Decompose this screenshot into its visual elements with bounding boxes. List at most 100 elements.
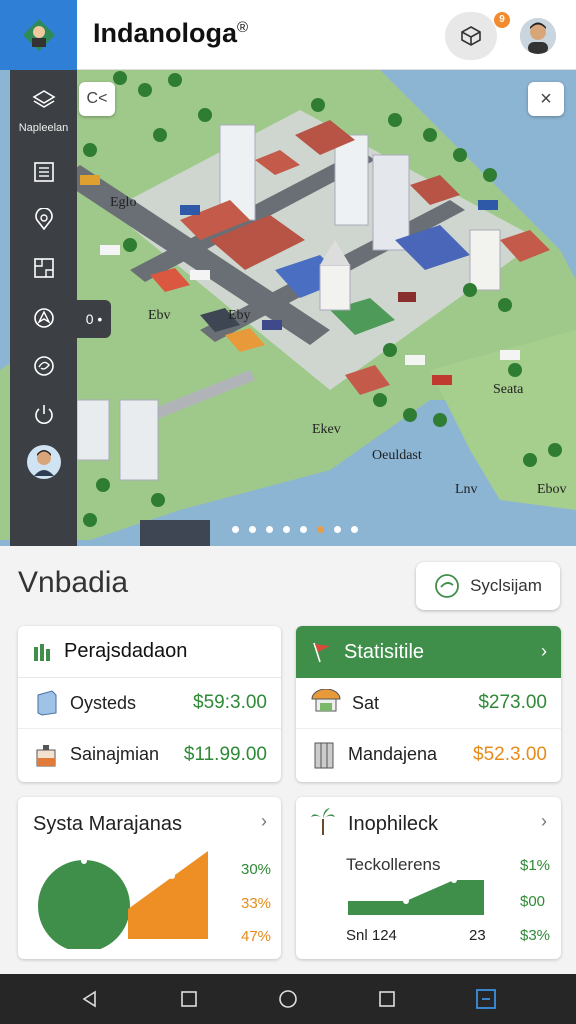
value-label: $1% <box>520 857 551 874</box>
row-label: Oysteds <box>70 692 137 713</box>
document-icon <box>33 162 54 182</box>
map-back-button[interactable]: C< <box>79 82 115 116</box>
map-label: Ebv <box>148 308 171 323</box>
row-label: Sat <box>352 692 380 713</box>
profile-avatar-icon <box>26 445 61 479</box>
sync-icon <box>435 574 459 598</box>
cube-building-icon <box>37 690 57 716</box>
recents-button[interactable] <box>169 979 209 1019</box>
map-label: Eglo <box>110 195 137 210</box>
list-item[interactable]: Sat $273.00 <box>296 678 561 729</box>
progress-chart <box>38 851 208 949</box>
list-item[interactable]: Mandajena $52.3.00 <box>296 729 561 780</box>
carousel-dot[interactable] <box>232 526 239 533</box>
app-logo[interactable] <box>0 0 77 70</box>
map-icon <box>33 258 54 278</box>
menu-square-icon <box>476 989 497 1009</box>
map-close-button[interactable]: × <box>528 82 564 116</box>
menu-button[interactable] <box>466 979 506 1019</box>
app-header: Indanologa® 9 <box>0 0 576 70</box>
card-left-header: Perajsdadaon <box>18 626 281 678</box>
sidebar-item-list[interactable] <box>10 152 77 192</box>
chevron-right-icon: › <box>541 811 547 831</box>
route-icon <box>33 356 54 376</box>
navigation-icon <box>33 308 54 328</box>
system-nav-bar <box>0 974 576 1024</box>
location-pin-icon <box>34 208 53 231</box>
layers-button[interactable] <box>445 12 497 60</box>
row-price: $52.3.00 <box>473 743 547 765</box>
chart-circle <box>38 860 130 949</box>
power-icon <box>34 405 53 424</box>
row-label: Mandajena <box>348 744 438 764</box>
tower-icon <box>314 742 334 768</box>
card-right-title: Statisitile <box>344 640 425 663</box>
card-bottom-right[interactable]: Inophileck › Teckollerens $1% $00 $3% Sn… <box>296 797 561 959</box>
avatar-icon <box>520 18 556 54</box>
notification-badge: 9 <box>494 12 510 28</box>
footer-label: Snl 124 <box>346 927 397 944</box>
chevron-right-icon: › <box>261 811 267 831</box>
sidebar-item-location[interactable] <box>10 200 77 240</box>
card-bottom-left[interactable]: Systa Marajanas › 30% 33% 47% <box>18 797 281 959</box>
value-label: $3% <box>520 927 551 944</box>
list-item[interactable]: Sainajmian $11.99.00 <box>18 729 281 780</box>
sidebar-label: Napleelan <box>18 122 69 134</box>
sidebar: Napleelan <box>10 70 77 546</box>
back-triangle-icon <box>82 990 96 1008</box>
sidebar-profile[interactable] <box>10 442 77 482</box>
map-label: Lnv <box>455 482 478 497</box>
home-button[interactable] <box>268 979 308 1019</box>
carousel-dot[interactable] <box>283 526 290 533</box>
palm-tree-icon <box>311 808 335 835</box>
sidebar-item-power[interactable] <box>10 394 77 434</box>
sidebar-item-layers[interactable] <box>10 80 77 120</box>
card-right[interactable]: Statisitile › Sat $273.00 Mandajena $52.… <box>296 626 561 782</box>
carousel-dot[interactable] <box>300 526 307 533</box>
sync-button[interactable]: Syclsijam <box>416 562 560 610</box>
container-icon <box>36 744 56 766</box>
overview-button[interactable] <box>367 979 407 1019</box>
cube-icon <box>461 26 481 46</box>
market-icon <box>311 689 341 712</box>
sidebar-badge[interactable]: 0 • <box>77 300 111 338</box>
card-bottom-left-title: Systa Marajanas <box>33 813 182 835</box>
map-label: Ebov <box>537 482 567 497</box>
carousel-dot[interactable] <box>249 526 256 533</box>
carousel-dot[interactable] <box>351 526 358 533</box>
trend-chart <box>348 877 484 915</box>
percent-label: 30% <box>241 861 272 878</box>
user-avatar[interactable] <box>520 18 556 54</box>
home-circle-icon <box>279 990 297 1008</box>
sidebar-item-map[interactable] <box>10 248 77 288</box>
map-label: Ekev <box>312 422 341 437</box>
square-icon <box>379 991 395 1007</box>
flag-icon <box>313 642 330 663</box>
building-icon <box>34 643 50 661</box>
app-title: Indanologa® <box>93 18 249 48</box>
map-label: Eby <box>228 308 251 323</box>
section-title: Vnbadia <box>18 566 129 599</box>
value-label: $00 <box>520 893 546 910</box>
row-label: Sainajmian <box>70 744 160 764</box>
sidebar-item-navigate[interactable] <box>10 298 77 338</box>
map-label: Oeuldast <box>372 448 422 463</box>
carousel-dot[interactable] <box>334 526 341 533</box>
card-left[interactable]: Perajsdadaon Oysteds $59:3.00 Sainajmian… <box>18 626 281 782</box>
sidebar-badge-count: 0 <box>85 311 94 327</box>
sync-label: Syclsijam <box>470 576 542 595</box>
back-button[interactable] <box>70 979 110 1019</box>
row-price: $59:3.00 <box>193 692 267 713</box>
layers-icon <box>31 90 56 108</box>
carousel-dot[interactable] <box>266 526 273 533</box>
carousel-dot[interactable] <box>317 526 324 533</box>
card-right-header: Statisitile › <box>296 626 561 678</box>
logo-icon <box>22 19 55 51</box>
chart-area <box>128 851 208 939</box>
sidebar-item-routes[interactable] <box>10 346 77 386</box>
square-icon <box>180 991 197 1007</box>
row-price: $273.00 <box>478 692 547 713</box>
list-item[interactable]: Oysteds $59:3.00 <box>18 678 281 729</box>
map-back-label: C< <box>86 90 108 107</box>
row-price: $11.99.00 <box>183 743 267 765</box>
